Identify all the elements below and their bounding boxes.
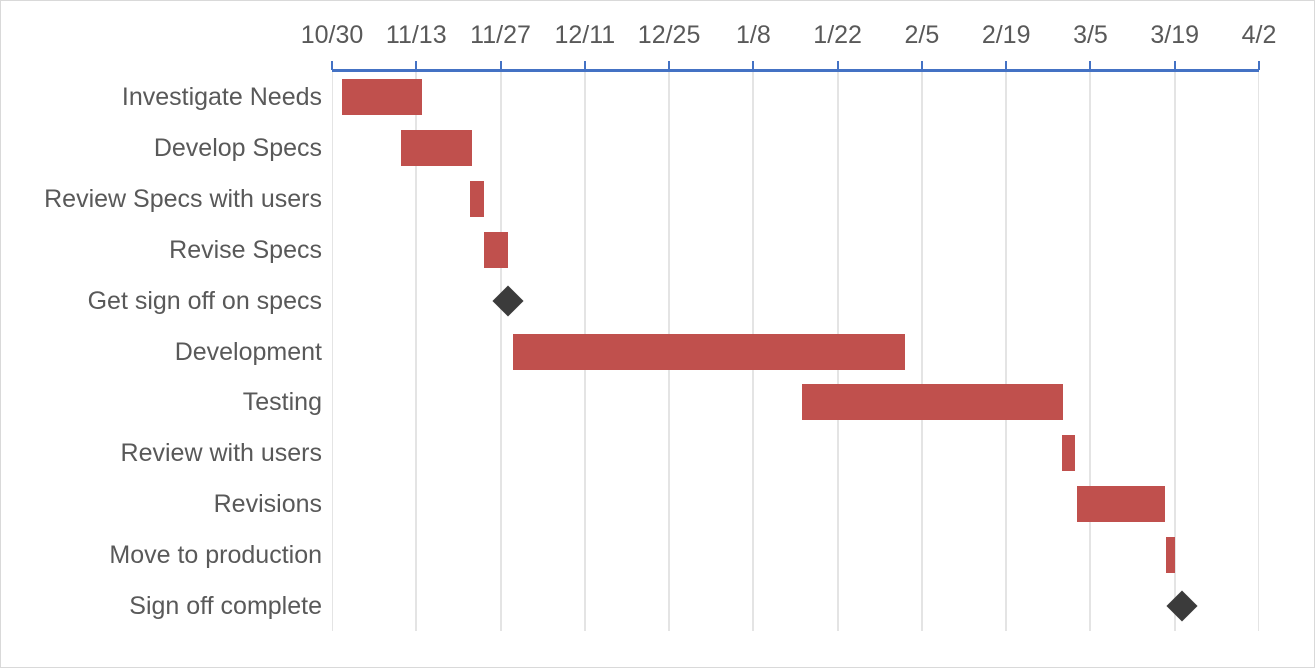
x-axis-tick-label: 1/8 bbox=[735, 21, 771, 49]
x-axis-tick-mark bbox=[1258, 61, 1260, 70]
x-axis-tick-mark bbox=[331, 61, 333, 70]
x-axis-tick-mark bbox=[668, 61, 671, 70]
x-axis-tick-mark bbox=[499, 61, 502, 70]
gridline bbox=[1005, 72, 1008, 631]
y-axis-category-label: Move to production bbox=[109, 540, 322, 569]
gantt-chart: 10/30 11/13 11/27 12/11 12/25 1/8 1/22 2/5 2/19 3… bbox=[0, 0, 1315, 668]
gridline bbox=[499, 72, 502, 631]
x-axis-tick-mark bbox=[920, 61, 923, 70]
y-axis-category-label: Get sign off on specs bbox=[87, 286, 322, 315]
x-axis-tick-label: 10/30 bbox=[300, 21, 364, 49]
x-axis-tick-mark bbox=[1005, 61, 1008, 70]
y-axis-category-label: Revisions bbox=[213, 489, 322, 518]
gantt-task-bar[interactable] bbox=[801, 384, 1064, 421]
x-axis-tick-mark bbox=[415, 61, 418, 70]
gantt-milestone-marker[interactable] bbox=[1166, 590, 1198, 622]
x-axis-tick-label: 12/25 bbox=[637, 21, 701, 49]
x-axis-tick-label: 12/11 bbox=[554, 21, 616, 49]
x-axis-tick-label: 4/2 bbox=[1241, 21, 1277, 49]
x-axis-labels: 10/30 11/13 11/27 12/11 12/25 1/8 1/22 2/5 2/19 3… bbox=[1, 1, 1314, 61]
y-axis-category-label: Testing bbox=[242, 388, 322, 417]
y-axis-category-label: Sign off complete bbox=[129, 591, 322, 620]
gridline bbox=[1258, 72, 1259, 631]
x-axis-tick-mark bbox=[752, 61, 755, 70]
gridline bbox=[920, 72, 923, 631]
gantt-task-bar[interactable] bbox=[470, 181, 484, 218]
plot-area bbox=[332, 72, 1259, 631]
x-axis-tick-label: 2/19 bbox=[981, 21, 1031, 49]
gantt-task-bar[interactable] bbox=[1076, 485, 1166, 522]
y-axis-category-label: Develop Specs bbox=[153, 134, 322, 163]
y-axis-category-label: Review with users bbox=[120, 439, 322, 468]
y-axis-category-label: Development bbox=[174, 337, 322, 366]
y-axis-category-label: Revise Specs bbox=[169, 235, 322, 264]
gantt-task-bar[interactable] bbox=[401, 130, 472, 167]
x-axis-tick-mark bbox=[1089, 61, 1092, 70]
gantt-task-bar[interactable] bbox=[1061, 435, 1075, 472]
x-axis-tick-label: 1/22 bbox=[813, 21, 862, 49]
gridline bbox=[332, 72, 333, 631]
x-axis-tick-label: 11/27 bbox=[470, 21, 531, 49]
gridline bbox=[1089, 72, 1092, 631]
x-axis-tick-mark bbox=[836, 61, 839, 70]
gantt-milestone-marker[interactable] bbox=[492, 285, 524, 317]
gantt-task-bar[interactable] bbox=[1165, 536, 1175, 573]
gantt-task-bar[interactable] bbox=[342, 79, 422, 116]
y-axis-category-label: Review Specs with users bbox=[44, 185, 322, 214]
gantt-task-bar[interactable] bbox=[512, 333, 906, 370]
x-axis-tick-mark bbox=[1173, 61, 1176, 70]
x-axis-tick-label: 11/13 bbox=[385, 21, 447, 49]
x-axis-tick-label: 3/5 bbox=[1073, 21, 1108, 49]
gantt-task-bar[interactable] bbox=[484, 231, 509, 268]
x-axis-tick-label: 3/19 bbox=[1150, 21, 1200, 49]
y-axis-category-label: Investigate Needs bbox=[121, 83, 322, 112]
x-axis-tick-label: 2/5 bbox=[904, 21, 940, 49]
x-axis-tick-mark bbox=[583, 61, 586, 70]
